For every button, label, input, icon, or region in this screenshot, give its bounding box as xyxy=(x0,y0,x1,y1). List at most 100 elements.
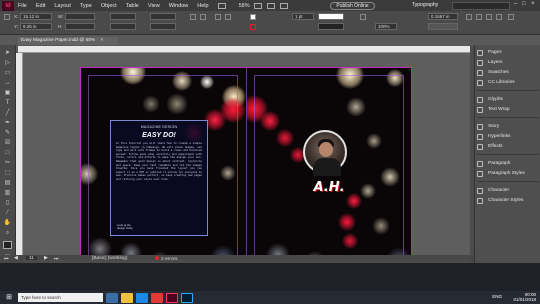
zoom-tool-icon[interactable]: ⌕ xyxy=(3,229,12,238)
document-tab[interactable]: Easy Magazine Paper.indd @ 58% × xyxy=(18,37,118,45)
portrait-photo[interactable] xyxy=(303,130,347,176)
panel-layers[interactable]: Layers xyxy=(477,58,539,67)
menu-view[interactable]: View xyxy=(148,3,160,9)
taskbar-search-input[interactable]: Type here to search xyxy=(18,293,103,302)
file-explorer-icon[interactable] xyxy=(121,292,133,303)
chrome-icon[interactable] xyxy=(151,292,163,303)
eyedropper-tool-icon[interactable]: ⁄ xyxy=(3,209,12,218)
panel-swatches[interactable]: Swatches xyxy=(477,68,539,77)
tab-close-icon[interactable]: × xyxy=(101,38,104,43)
zoom-level[interactable]: 58% xyxy=(239,3,250,9)
rectangle-frame-tool-icon[interactable]: ☒ xyxy=(3,139,12,148)
prev-page-icon[interactable]: ◀ xyxy=(14,256,18,261)
select-content-icon[interactable] xyxy=(225,14,231,20)
gradient-tool-icon[interactable]: ▤ xyxy=(3,179,12,188)
free-transform-tool-icon[interactable]: ⬚ xyxy=(3,169,12,178)
system-clock[interactable]: 00:00 01/01/2018 xyxy=(513,292,536,302)
article-text-frame[interactable]: MAGAZINE DESIGN EASY DO! In this tutoria… xyxy=(110,120,208,236)
rotation-field[interactable] xyxy=(150,13,176,20)
panel-paragraph[interactable]: Paragraph xyxy=(477,159,539,168)
fill-stroke-icon[interactable] xyxy=(3,241,12,249)
h-field[interactable] xyxy=(65,23,95,30)
menu-help[interactable]: Help xyxy=(197,3,208,9)
menu-layout[interactable]: Layout xyxy=(54,3,71,9)
maximize-icon[interactable]: □ xyxy=(522,1,526,7)
view-options-icon[interactable] xyxy=(253,2,262,9)
wrap-icon[interactable] xyxy=(466,14,472,20)
w-field[interactable] xyxy=(65,13,95,20)
fill-swatch[interactable] xyxy=(250,14,256,20)
panel-story[interactable]: Story xyxy=(477,122,539,131)
stroke-type-field[interactable] xyxy=(318,13,344,20)
first-page-icon[interactable]: ⏮ xyxy=(4,256,8,262)
content-collector-icon[interactable]: ▣ xyxy=(3,89,12,98)
bridge-icon[interactable] xyxy=(217,2,226,9)
gap-tool-icon[interactable]: ↔ xyxy=(3,79,12,88)
distribute-icon[interactable] xyxy=(496,14,502,20)
type-tool-icon[interactable]: T xyxy=(3,99,12,108)
panel-effects[interactable]: Effects xyxy=(477,142,539,151)
stroke-style-field[interactable] xyxy=(318,23,344,30)
corner-shape-field[interactable] xyxy=(428,23,458,30)
stroke-weight-field[interactable]: 1 pt xyxy=(292,13,314,20)
panel-character-styles[interactable]: Character Styles xyxy=(477,196,539,205)
menu-type[interactable]: Type xyxy=(80,3,92,9)
publish-online-button[interactable]: Publish Online xyxy=(330,2,375,10)
scissors-tool-icon[interactable]: ✂ xyxy=(3,159,12,168)
menu-file[interactable]: File xyxy=(18,3,27,9)
bokeh-light xyxy=(200,75,214,89)
fitting-icon[interactable] xyxy=(476,14,482,20)
scale-x-field[interactable] xyxy=(110,13,136,20)
pencil-tool-icon[interactable]: ✎ xyxy=(3,129,12,138)
arrange-documents-icon[interactable] xyxy=(279,2,288,9)
screen-mode-icon[interactable] xyxy=(266,2,275,9)
photoshop-taskbar-icon[interactable] xyxy=(181,292,193,303)
rectangle-tool-icon[interactable]: □ xyxy=(3,149,12,158)
minimize-icon[interactable]: – xyxy=(514,1,517,7)
effects-fx-icon[interactable] xyxy=(360,14,366,20)
panel-cc-libraries[interactable]: CC Libraries xyxy=(477,78,539,87)
task-view-icon[interactable] xyxy=(106,292,118,303)
language-indicator[interactable]: ENG xyxy=(492,294,502,299)
direct-selection-tool-icon[interactable]: ▷ xyxy=(3,59,12,68)
flip-icon[interactable] xyxy=(200,14,206,20)
page-tool-icon[interactable]: ▭ xyxy=(3,69,12,78)
panel-text-wrap[interactable]: Text Wrap xyxy=(477,105,539,114)
shear-field[interactable] xyxy=(150,23,176,30)
panel-glyphs[interactable]: Glyphs xyxy=(477,95,539,104)
pen-tool-icon[interactable]: ✒ xyxy=(3,119,12,128)
note-tool-icon[interactable]: ▯ xyxy=(3,199,12,208)
select-container-icon[interactable] xyxy=(215,14,221,20)
indesign-taskbar-icon[interactable] xyxy=(166,292,178,303)
stroke-swatch[interactable] xyxy=(250,24,256,30)
adobe-stock-search[interactable] xyxy=(452,2,510,10)
panel-hyperlinks[interactable]: Hyperlinks xyxy=(477,132,539,141)
x-field[interactable]: 15.12 in xyxy=(20,13,52,20)
scale-y-field[interactable] xyxy=(110,23,136,30)
author-initials[interactable]: A.H. xyxy=(309,180,349,195)
menu-edit[interactable]: Edit xyxy=(36,3,45,9)
edge-icon[interactable] xyxy=(136,292,148,303)
horizontal-ruler[interactable] xyxy=(18,46,470,53)
windows-start-icon[interactable]: ⊞ xyxy=(3,293,15,303)
selection-tool-icon[interactable]: ➤ xyxy=(3,49,12,58)
vertical-ruler[interactable] xyxy=(16,53,23,258)
workspace-switcher[interactable]: Typography xyxy=(412,2,438,8)
menu-window[interactable]: Window xyxy=(169,3,189,9)
rotate-icon[interactable] xyxy=(190,14,196,20)
gradient-feather-tool-icon[interactable]: ▥ xyxy=(3,189,12,198)
opacity-field[interactable]: 100% xyxy=(375,23,397,30)
panel-pages[interactable]: Pages xyxy=(477,48,539,57)
reference-point-icon[interactable] xyxy=(4,14,10,20)
panel-paragraph-styles[interactable]: Paragraph Styles xyxy=(477,169,539,178)
close-icon[interactable]: × xyxy=(531,1,535,7)
panel-character[interactable]: Character xyxy=(477,186,539,195)
menu-object[interactable]: Object xyxy=(101,3,117,9)
corner-size-field[interactable]: 0.1667 in xyxy=(428,13,458,20)
y-field[interactable]: 9.25 in xyxy=(20,23,52,30)
panel-menu-icon[interactable] xyxy=(508,14,514,20)
hand-tool-icon[interactable]: ✋ xyxy=(3,219,12,228)
menu-table[interactable]: Table xyxy=(126,3,139,9)
line-tool-icon[interactable]: ╱ xyxy=(3,109,12,118)
align-icon[interactable] xyxy=(486,14,492,20)
